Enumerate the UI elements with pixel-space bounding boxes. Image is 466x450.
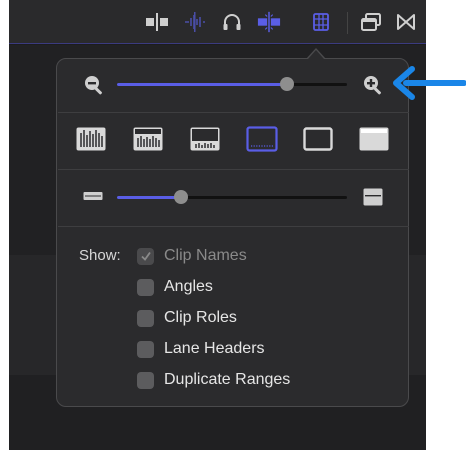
clip-names-checkbox[interactable] xyxy=(137,247,154,265)
show-option-clip-names[interactable]: Clip Names xyxy=(137,246,247,266)
zoom-slider-knob[interactable] xyxy=(280,77,295,91)
clip-roles-label: Clip Roles xyxy=(164,309,237,326)
window-icon[interactable] xyxy=(359,10,383,34)
headphones-icon[interactable] xyxy=(220,10,244,34)
mode-waveform-filmstrip-icon[interactable] xyxy=(190,127,220,151)
split-view-icon[interactable] xyxy=(145,10,169,34)
clip-roles-checkbox[interactable] xyxy=(137,309,154,327)
zoom-slider-fill xyxy=(117,83,288,86)
mode-large-waveform-icon[interactable] xyxy=(133,127,163,151)
zoom-in-icon[interactable] xyxy=(362,74,384,96)
clip-height-slider-fill xyxy=(117,196,182,199)
show-option-duplicate-ranges[interactable]: Duplicate Ranges xyxy=(137,370,290,390)
mode-large-filmstrip-icon[interactable] xyxy=(246,125,278,153)
timeline-toolbar xyxy=(9,0,426,44)
bowtie-icon[interactable] xyxy=(394,10,418,34)
toolbar-separator xyxy=(347,12,348,34)
zoom-slider[interactable] xyxy=(117,77,347,91)
clip-appearance-icon[interactable] xyxy=(309,10,333,34)
clip-height-slider[interactable] xyxy=(117,190,347,204)
mode-filmstrip-only-icon[interactable] xyxy=(303,127,333,151)
clip-appearance-popover: Show: Clip Names Angles Clip Roles Lane … xyxy=(56,58,409,407)
show-option-lane-headers[interactable]: Lane Headers xyxy=(137,339,265,359)
show-option-angles[interactable]: Angles xyxy=(137,277,213,297)
angles-label: Angles xyxy=(164,278,213,295)
tall-clip-icon[interactable] xyxy=(362,187,384,207)
mode-clip-label-only-icon[interactable] xyxy=(359,127,389,151)
section-divider xyxy=(58,169,409,170)
mode-waveform-only-icon[interactable] xyxy=(76,127,106,151)
duplicate-ranges-checkbox[interactable] xyxy=(137,371,154,389)
show-option-clip-roles[interactable]: Clip Roles xyxy=(137,308,237,328)
show-label: Show: xyxy=(79,247,121,264)
zoom-out-icon[interactable] xyxy=(83,74,105,96)
snapping-icon[interactable] xyxy=(257,10,281,34)
duplicate-ranges-label: Duplicate Ranges xyxy=(164,371,291,388)
callout-arrow-icon xyxy=(392,66,466,105)
checkmark-icon xyxy=(140,251,151,261)
lane-headers-label: Lane Headers xyxy=(164,340,265,357)
clip-names-label: Clip Names xyxy=(164,247,247,264)
section-divider xyxy=(58,112,409,113)
angles-checkbox[interactable] xyxy=(137,278,154,296)
short-clip-icon[interactable] xyxy=(83,189,103,203)
audio-skimming-icon[interactable] xyxy=(183,10,207,34)
clip-height-slider-knob[interactable] xyxy=(174,190,189,204)
lane-headers-checkbox[interactable] xyxy=(137,340,154,358)
section-divider xyxy=(58,226,409,227)
